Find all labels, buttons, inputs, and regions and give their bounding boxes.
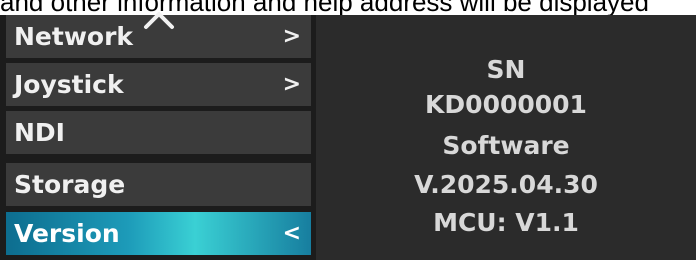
software-version-value: V.2025.04.30 xyxy=(414,170,598,199)
menu-item-storage[interactable]: Storage xyxy=(6,163,311,206)
sn-label: SN xyxy=(486,55,526,84)
menu-item-label: Storage xyxy=(14,170,126,199)
menu-item-joystick[interactable]: Joystick > xyxy=(6,63,311,106)
chevron-right-icon: > xyxy=(282,24,301,49)
settings-menu: Network > Joystick > NDI Storage Version… xyxy=(0,12,316,260)
menu-item-label: Version xyxy=(14,219,120,248)
menu-item-ndi[interactable]: NDI xyxy=(6,111,311,154)
mcu-version: MCU: V1.1 xyxy=(433,208,579,237)
menu-item-label: Network xyxy=(14,22,134,51)
chevron-up-icon[interactable] xyxy=(142,9,176,31)
software-label: Software xyxy=(442,131,570,160)
menu-item-version[interactable]: Version < xyxy=(6,212,311,255)
chevron-right-icon: > xyxy=(282,72,301,97)
menu-item-label: NDI xyxy=(14,118,65,147)
menu-item-label: Joystick xyxy=(14,70,124,99)
chevron-left-icon: < xyxy=(282,221,301,246)
sn-value: KD0000001 xyxy=(425,90,587,119)
version-info-panel: SN KD0000001 Software V.2025.04.30 MCU: … xyxy=(316,15,696,260)
device-screen: Network > Joystick > NDI Storage Version… xyxy=(0,12,696,260)
